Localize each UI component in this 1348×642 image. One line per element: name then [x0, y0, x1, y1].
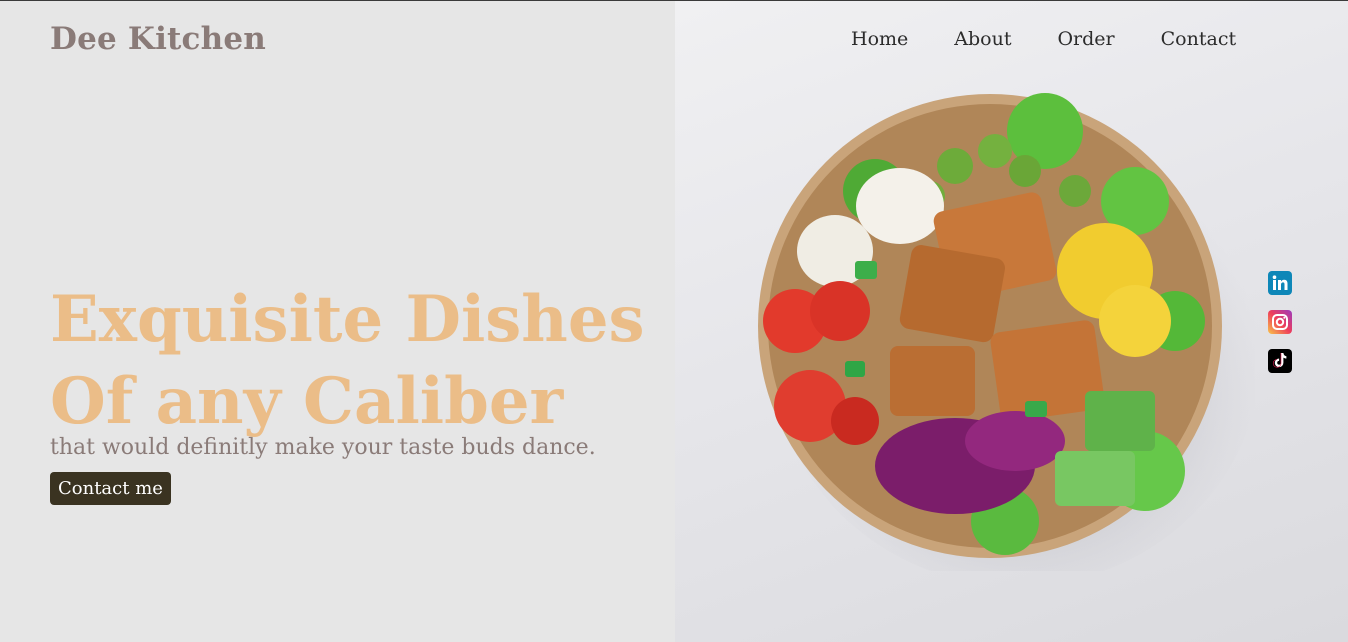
salad-bowl-image — [758, 93, 1255, 571]
contact-me-button[interactable]: Contact me — [50, 472, 171, 505]
nav-about[interactable]: About — [954, 28, 1011, 50]
instagram-icon[interactable] — [1268, 310, 1292, 334]
nav-home[interactable]: Home — [851, 28, 908, 50]
hero-tagline: that would definitly make your taste bud… — [50, 435, 596, 460]
hero-title-line2: Of any Caliber — [50, 364, 564, 439]
nav-contact[interactable]: Contact — [1161, 28, 1236, 50]
social-links — [1268, 271, 1292, 373]
brand-logo[interactable]: Dee Kitchen — [50, 21, 266, 57]
hero-title-line1: Exquisite Dishes — [50, 282, 645, 357]
tiktok-icon[interactable] — [1268, 349, 1292, 373]
nav-order[interactable]: Order — [1057, 28, 1114, 50]
main-nav: Home About Order Contact — [851, 28, 1236, 50]
hero-image-panel — [675, 1, 1348, 642]
hero-title: Exquisite Dishes Of any Caliber — [50, 279, 690, 443]
linkedin-icon[interactable] — [1268, 271, 1292, 295]
